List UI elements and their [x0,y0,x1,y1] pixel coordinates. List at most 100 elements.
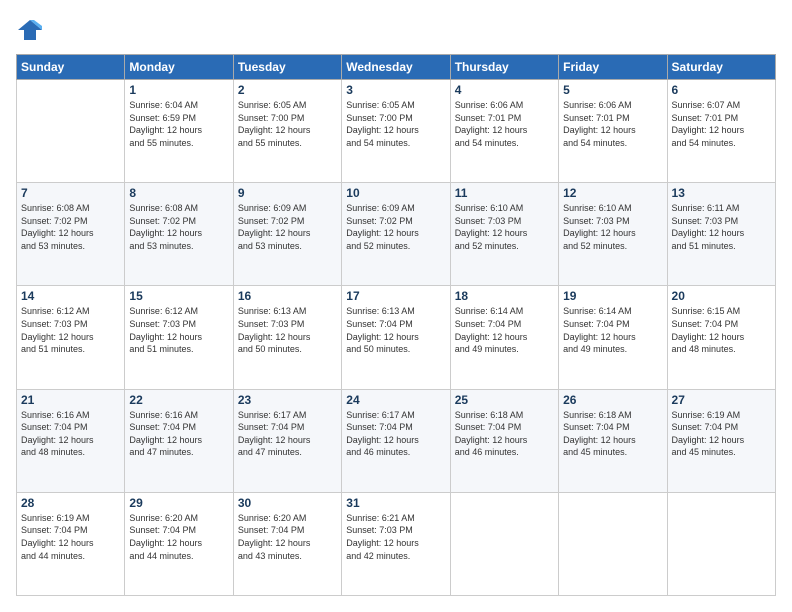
calendar-cell: 30Sunrise: 6:20 AM Sunset: 7:04 PM Dayli… [233,492,341,595]
calendar-cell: 15 Sunrise: 6:12 AM Sunset: 7:03 PM Dayli… [125,286,233,389]
day-number: 31 [346,496,445,510]
logo-icon [16,16,44,44]
day-number: 25 [455,393,554,407]
day-info: Sunrise: 6:12 AM Sunset: 7:03 PM Dayligh… [21,305,120,355]
day-info: Sunrise: 6:11 AM Sunset: 7:03 PM Dayligh… [672,202,771,252]
calendar-cell: 29Sunrise: 6:20 AM Sunset: 7:04 PM Dayli… [125,492,233,595]
day-info: Sunrise: 6:14 AM Sunset: 7:04 PM Dayligh… [455,305,554,355]
day-info: Sunrise: 6:20 AM Sunset: 7:04 PM Dayligh… [238,512,337,562]
day-number: 3 [346,83,445,97]
day-number: 18 [455,289,554,303]
weekday-header-friday: Friday [559,55,667,80]
page: SundayMondayTuesdayWednesdayThursdayFrid… [0,0,792,612]
calendar-week-row: 28 Sunrise: 6:19 AM Sunset: 7:04 PM Dayli… [17,492,776,595]
calendar-cell: 22 Sunrise: 6:16 AM Sunset: 7:04 PM Dayli… [125,389,233,492]
day-info: Sunrise: 6:17 AM Sunset: 7:04 PM Dayligh… [346,409,445,459]
day-info: Sunrise: 6:18 AM Sunset: 7:04 PM Dayligh… [455,409,554,459]
day-number: 29 [129,496,228,510]
weekday-header-monday: Monday [125,55,233,80]
weekday-header-tuesday: Tuesday [233,55,341,80]
day-number: 7 [21,186,120,200]
calendar-cell [450,492,558,595]
calendar-cell: 17 Sunrise: 6:13 AM Sunset: 7:04 PM Dayli… [342,286,450,389]
day-number: 2 [238,83,337,97]
day-info: Sunrise: 6:10 AM Sunset: 7:03 PM Dayligh… [455,202,554,252]
calendar-week-row: 1 Sunrise: 6:04 AM Sunset: 6:59 PM Daylig… [17,80,776,183]
day-info: Sunrise: 6:19 AM Sunset: 7:04 PM Dayligh… [672,409,771,459]
day-number: 9 [238,186,337,200]
day-info: Sunrise: 6:14 AM Sunset: 7:04 PM Dayligh… [563,305,662,355]
calendar-cell [559,492,667,595]
weekday-header-row: SundayMondayTuesdayWednesdayThursdayFrid… [17,55,776,80]
day-info: Sunrise: 6:13 AM Sunset: 7:04 PM Dayligh… [346,305,445,355]
day-number: 15 [129,289,228,303]
calendar-cell: 8 Sunrise: 6:08 AM Sunset: 7:02 PM Daylig… [125,183,233,286]
day-info: Sunrise: 6:17 AM Sunset: 7:04 PM Dayligh… [238,409,337,459]
day-number: 21 [21,393,120,407]
day-number: 4 [455,83,554,97]
day-info: Sunrise: 6:13 AM Sunset: 7:03 PM Dayligh… [238,305,337,355]
calendar-cell: 18 Sunrise: 6:14 AM Sunset: 7:04 PM Dayli… [450,286,558,389]
day-number: 8 [129,186,228,200]
day-info: Sunrise: 6:08 AM Sunset: 7:02 PM Dayligh… [129,202,228,252]
calendar-cell: 21 Sunrise: 6:16 AM Sunset: 7:04 PM Dayli… [17,389,125,492]
day-number: 28 [21,496,120,510]
day-info: Sunrise: 6:16 AM Sunset: 7:04 PM Dayligh… [21,409,120,459]
calendar-cell: 9 Sunrise: 6:09 AM Sunset: 7:02 PM Daylig… [233,183,341,286]
calendar-cell: 7 Sunrise: 6:08 AM Sunset: 7:02 PM Daylig… [17,183,125,286]
calendar-week-row: 7 Sunrise: 6:08 AM Sunset: 7:02 PM Daylig… [17,183,776,286]
day-info: Sunrise: 6:08 AM Sunset: 7:02 PM Dayligh… [21,202,120,252]
day-number: 22 [129,393,228,407]
day-number: 5 [563,83,662,97]
day-info: Sunrise: 6:06 AM Sunset: 7:01 PM Dayligh… [563,99,662,149]
day-info: Sunrise: 6:16 AM Sunset: 7:04 PM Dayligh… [129,409,228,459]
calendar-cell: 20Sunrise: 6:15 AM Sunset: 7:04 PM Dayli… [667,286,775,389]
day-number: 14 [21,289,120,303]
day-number: 13 [672,186,771,200]
day-number: 23 [238,393,337,407]
calendar-cell: 1 Sunrise: 6:04 AM Sunset: 6:59 PM Daylig… [125,80,233,183]
calendar-cell [667,492,775,595]
calendar-cell: 5 Sunrise: 6:06 AM Sunset: 7:01 PM Daylig… [559,80,667,183]
logo [16,16,46,44]
day-number: 17 [346,289,445,303]
day-number: 12 [563,186,662,200]
day-info: Sunrise: 6:04 AM Sunset: 6:59 PM Dayligh… [129,99,228,149]
day-info: Sunrise: 6:09 AM Sunset: 7:02 PM Dayligh… [238,202,337,252]
day-number: 10 [346,186,445,200]
day-number: 11 [455,186,554,200]
calendar-cell: 28 Sunrise: 6:19 AM Sunset: 7:04 PM Dayli… [17,492,125,595]
weekday-header-wednesday: Wednesday [342,55,450,80]
calendar-cell: 24Sunrise: 6:17 AM Sunset: 7:04 PM Dayli… [342,389,450,492]
calendar-week-row: 14 Sunrise: 6:12 AM Sunset: 7:03 PM Dayli… [17,286,776,389]
calendar-cell: 14 Sunrise: 6:12 AM Sunset: 7:03 PM Dayli… [17,286,125,389]
calendar-cell: 27Sunrise: 6:19 AM Sunset: 7:04 PM Dayli… [667,389,775,492]
calendar-cell: 23 Sunrise: 6:17 AM Sunset: 7:04 PM Dayli… [233,389,341,492]
calendar-cell: 16 Sunrise: 6:13 AM Sunset: 7:03 PM Dayli… [233,286,341,389]
weekday-header-sunday: Sunday [17,55,125,80]
day-number: 6 [672,83,771,97]
calendar-cell: 13 Sunrise: 6:11 AM Sunset: 7:03 PM Dayli… [667,183,775,286]
day-number: 16 [238,289,337,303]
weekday-header-thursday: Thursday [450,55,558,80]
day-info: Sunrise: 6:09 AM Sunset: 7:02 PM Dayligh… [346,202,445,252]
calendar-cell [17,80,125,183]
day-number: 1 [129,83,228,97]
calendar-cell: 26Sunrise: 6:18 AM Sunset: 7:04 PM Dayli… [559,389,667,492]
day-info: Sunrise: 6:05 AM Sunset: 7:00 PM Dayligh… [238,99,337,149]
day-info: Sunrise: 6:12 AM Sunset: 7:03 PM Dayligh… [129,305,228,355]
day-info: Sunrise: 6:19 AM Sunset: 7:04 PM Dayligh… [21,512,120,562]
day-number: 26 [563,393,662,407]
calendar-cell: 31 Sunrise: 6:21 AM Sunset: 7:03 PM Dayli… [342,492,450,595]
day-info: Sunrise: 6:10 AM Sunset: 7:03 PM Dayligh… [563,202,662,252]
day-info: Sunrise: 6:21 AM Sunset: 7:03 PM Dayligh… [346,512,445,562]
calendar-cell: 2 Sunrise: 6:05 AM Sunset: 7:00 PM Daylig… [233,80,341,183]
weekday-header-saturday: Saturday [667,55,775,80]
calendar-cell: 3 Sunrise: 6:05 AM Sunset: 7:00 PM Daylig… [342,80,450,183]
calendar-table: SundayMondayTuesdayWednesdayThursdayFrid… [16,54,776,596]
day-info: Sunrise: 6:07 AM Sunset: 7:01 PM Dayligh… [672,99,771,149]
calendar-cell: 25 Sunrise: 6:18 AM Sunset: 7:04 PM Dayli… [450,389,558,492]
day-info: Sunrise: 6:05 AM Sunset: 7:00 PM Dayligh… [346,99,445,149]
calendar-week-row: 21 Sunrise: 6:16 AM Sunset: 7:04 PM Dayli… [17,389,776,492]
header [16,16,776,44]
